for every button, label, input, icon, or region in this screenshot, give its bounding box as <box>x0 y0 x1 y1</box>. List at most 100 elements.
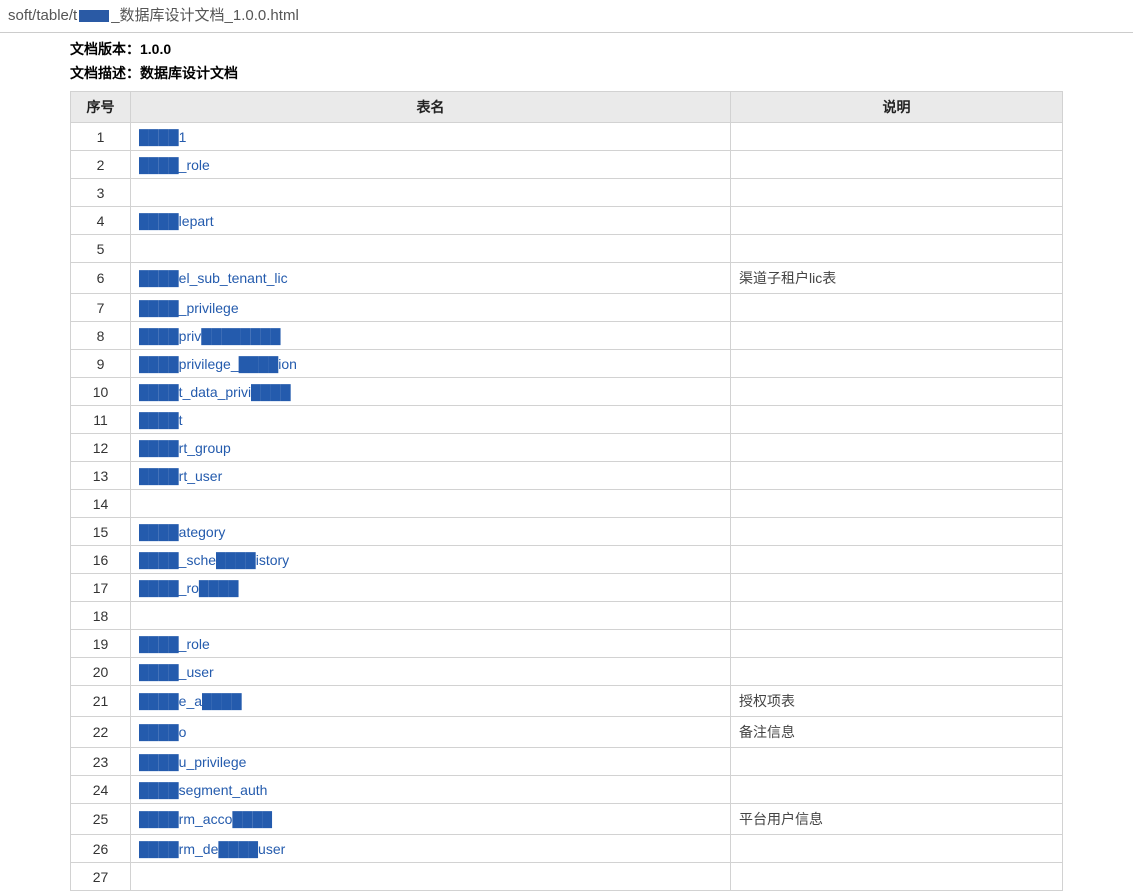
table-name-link[interactable]: ████u_privilege <box>139 754 246 770</box>
table-name-link[interactable]: ████rt_group <box>139 440 231 456</box>
row-description <box>731 658 1063 686</box>
table-name-link[interactable]: ████e_a████ <box>139 693 242 709</box>
row-number: 25 <box>71 804 131 835</box>
row-description <box>731 406 1063 434</box>
table-row: 26 ████rm_de████user <box>71 835 1063 863</box>
table-row: 14 <box>71 490 1063 518</box>
table-row: 2 ████_role <box>71 151 1063 179</box>
row-table-name-cell: ████_ro████ <box>131 574 731 602</box>
table-row: 12████rt_group <box>71 434 1063 462</box>
row-number: 20 <box>71 658 131 686</box>
table-name-link[interactable]: ████lepart <box>139 213 214 229</box>
row-number: 11 <box>71 406 131 434</box>
table-name-link[interactable]: ████t_data_privi████ <box>139 384 291 400</box>
col-header-number: 序号 <box>71 92 131 123</box>
address-suffix: _数据库设计文档_1.0.0.html <box>111 7 299 24</box>
row-number: 18 <box>71 602 131 630</box>
table-name-link[interactable]: ████rm_acco████ <box>139 811 272 827</box>
row-number: 14 <box>71 490 131 518</box>
table-name-link[interactable]: ████_role <box>139 636 210 652</box>
row-description <box>731 574 1063 602</box>
row-description <box>731 863 1063 891</box>
table-row: 3 <box>71 179 1063 207</box>
row-number: 27 <box>71 863 131 891</box>
table-name-link[interactable]: ████el_sub_tenant_lic <box>139 270 288 286</box>
doc-version-value: 1.0.0 <box>140 41 171 57</box>
row-number: 23 <box>71 748 131 776</box>
table-row: 10████t_data_privi████ <box>71 378 1063 406</box>
table-row: 16████_sche████istory <box>71 546 1063 574</box>
row-description <box>731 350 1063 378</box>
row-number: 6 <box>71 263 131 294</box>
table-name-link[interactable]: ████_user <box>139 664 214 680</box>
row-table-name-cell: ████_user <box>131 658 731 686</box>
doc-version-label: 文档版本： <box>70 41 140 57</box>
row-description <box>731 630 1063 658</box>
row-number: 9 <box>71 350 131 378</box>
table-row: 19 ████_role <box>71 630 1063 658</box>
row-description <box>731 602 1063 630</box>
table-row: 9 ████privilege_████ion <box>71 350 1063 378</box>
row-description: 备注信息 <box>731 717 1063 748</box>
table-name-link[interactable]: ████segment_auth <box>139 782 267 798</box>
row-description <box>731 322 1063 350</box>
document-content: 文档版本：1.0.0 文档描述：数据库设计文档 序号 表名 说明 1████12… <box>0 39 1133 891</box>
table-name-link[interactable]: ████ategory <box>139 524 225 540</box>
row-description <box>731 151 1063 179</box>
row-number: 21 <box>71 686 131 717</box>
table-row: 5 <box>71 235 1063 263</box>
table-name-link[interactable]: ████t <box>139 412 183 428</box>
table-body: 1████12 ████_role 34████lepart56 ████el_sub… <box>71 123 1063 891</box>
address-bar: soft/table/t_数据库设计文档_1.0.0.html <box>0 0 1133 32</box>
row-number: 26 <box>71 835 131 863</box>
row-table-name-cell: ████segment_auth <box>131 776 731 804</box>
row-table-name-cell: ████rm_de████user <box>131 835 731 863</box>
divider <box>0 32 1133 33</box>
table-row: 25████rm_acco████平台用户信息 <box>71 804 1063 835</box>
row-number: 24 <box>71 776 131 804</box>
row-number: 2 <box>71 151 131 179</box>
row-description <box>731 490 1063 518</box>
table-name-link[interactable]: ████privilege_████ion <box>139 356 297 372</box>
table-name-link[interactable]: ████_privilege <box>139 300 239 316</box>
row-description <box>731 434 1063 462</box>
row-number: 3 <box>71 179 131 207</box>
row-number: 22 <box>71 717 131 748</box>
doc-desc-label: 文档描述： <box>70 65 140 81</box>
row-description <box>731 378 1063 406</box>
row-table-name-cell <box>131 602 731 630</box>
table-name-link[interactable]: ████_ro████ <box>139 580 239 596</box>
table-name-link[interactable]: ████1 <box>139 129 186 145</box>
row-description <box>731 123 1063 151</box>
row-number: 15 <box>71 518 131 546</box>
table-name-link[interactable]: ████rm_de████user <box>139 841 285 857</box>
table-row: 1████1 <box>71 123 1063 151</box>
table-row: 4████lepart <box>71 207 1063 235</box>
row-table-name-cell: ████_role <box>131 630 731 658</box>
col-header-desc: 说明 <box>731 92 1063 123</box>
row-table-name-cell: ████u_privilege <box>131 748 731 776</box>
table-row: 11 ████t <box>71 406 1063 434</box>
row-description <box>731 776 1063 804</box>
row-table-name-cell: ████t_data_privi████ <box>131 378 731 406</box>
table-row: 18 <box>71 602 1063 630</box>
row-number: 17 <box>71 574 131 602</box>
table-name-link[interactable]: ████rt_user <box>139 468 222 484</box>
table-name-link[interactable]: ████o <box>139 724 186 740</box>
row-table-name-cell <box>131 235 731 263</box>
row-description <box>731 748 1063 776</box>
row-number: 19 <box>71 630 131 658</box>
table-row: 23 ████u_privilege <box>71 748 1063 776</box>
table-name-link[interactable]: ████priv████████ <box>139 328 281 344</box>
table-header-row: 序号 表名 说明 <box>71 92 1063 123</box>
table-row: 15 ████ategory <box>71 518 1063 546</box>
table-name-link[interactable]: ████_role <box>139 157 210 173</box>
row-table-name-cell: ████_role <box>131 151 731 179</box>
row-table-name-cell: ████rt_user <box>131 462 731 490</box>
row-table-name-cell: ████_sche████istory <box>131 546 731 574</box>
table-name-link[interactable]: ████_sche████istory <box>139 552 289 568</box>
table-row: 13████rt_user <box>71 462 1063 490</box>
row-description <box>731 207 1063 235</box>
row-table-name-cell: ████o <box>131 717 731 748</box>
doc-desc-value: 数据库设计文档 <box>140 65 238 81</box>
